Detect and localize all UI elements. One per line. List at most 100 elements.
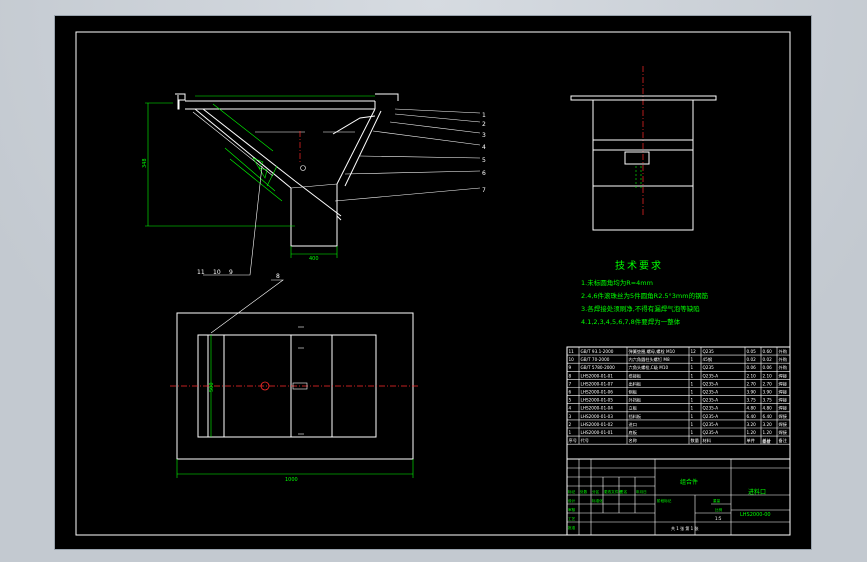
funnel-left-outer <box>194 108 292 189</box>
sheet-count: 共 1 张 第 1 张 <box>671 525 698 531</box>
title-block-label-6: 设计 <box>568 498 576 503</box>
drawing-number: LHS2000-00 <box>740 512 771 518</box>
title-block-label-1: 处数 <box>580 489 588 494</box>
bom-header-name: 名称 <box>629 437 637 444</box>
bom-row-8-no: 8 <box>569 373 572 378</box>
title-block-label-7: 审核 <box>568 507 576 512</box>
bom-row-6-qty: 1 <box>691 390 694 395</box>
bom-row-3-code: LHS2000-01-03 <box>581 414 614 419</box>
cad-drawing: 1234567 11 10 9 8 348 400 1000 500 11 GB… <box>75 31 791 536</box>
title-block-label-2: 分区 <box>592 489 600 494</box>
bom-row-3-note: 焊接 <box>779 413 788 420</box>
part-label-4: 4 <box>482 144 486 151</box>
bom-row-6-no: 6 <box>569 390 572 395</box>
bom-row-11-weight: 0.05 <box>747 349 757 354</box>
bom-row-11-material: Q235 <box>703 349 715 354</box>
bom-row-6-name: 侧板 <box>629 389 638 396</box>
plan-height-text: 500 <box>209 382 215 392</box>
bom-row-1-no: 1 <box>569 430 572 435</box>
assembly-callouts: 11 10 9 8 <box>197 269 284 334</box>
drawing-sheet: 1234567 11 10 9 8 348 400 1000 500 11 GB… <box>54 15 812 550</box>
bom-row-7-total: 2.70 <box>763 381 773 386</box>
bom-header-weight: 单件 <box>747 437 755 444</box>
bom-row-3-name: 挡料板 <box>629 413 642 420</box>
tech-req-title: 技术要求 <box>615 261 663 272</box>
bom-row-9-material: Q235 <box>703 365 715 370</box>
bom-row-4-total: 4.80 <box>763 406 773 411</box>
bom-row-9-name: 六角头螺栓,C级 M10 <box>629 364 669 371</box>
bom-row-4-name: 立板 <box>629 405 638 412</box>
left-flange <box>175 93 186 110</box>
bom-row-9-note: 外购 <box>779 364 787 371</box>
bom-row-5-no: 5 <box>569 398 572 403</box>
bom-row-10-code: GB/T 70-2000 <box>581 357 610 362</box>
bom-row-8-name: 搭接板 <box>629 372 642 379</box>
bom-header-material: 材料 <box>703 437 712 444</box>
bom-row-10-name: 内六角圆柱头螺钉 M8 <box>629 356 670 363</box>
bom-header-no: 序号 <box>569 437 577 444</box>
bom-row-5-code: LHS2000-01-05 <box>581 398 614 403</box>
bom-row-5-name: 外挡板 <box>629 397 642 404</box>
bom-row-2-weight: 3.20 <box>747 422 757 427</box>
title-block-label-4: 签名 <box>620 489 628 494</box>
bom-row-3-qty: 1 <box>691 414 694 419</box>
inner-border <box>75 31 791 536</box>
bom-row-10-note: 外购 <box>779 356 787 363</box>
bom-row-4-weight: 4.80 <box>747 406 757 411</box>
plan-view <box>170 312 420 478</box>
callout-11: 11 <box>197 269 205 276</box>
height-dim-text: 348 <box>142 158 148 168</box>
title-block-label-13: 比例 <box>715 507 723 512</box>
bom-row-2-code: LHS2000-01-02 <box>581 422 614 427</box>
bom-row-8-code: LHS2000-01-01 <box>581 373 614 378</box>
bom-row-7-no: 7 <box>569 381 572 386</box>
bom-row-5-weight: 3.75 <box>747 398 757 403</box>
title-block-label-12: 重量 <box>713 498 721 503</box>
bom-row-10-total: 0.02 <box>763 357 773 362</box>
tech-req-1: 1.未标圆角均为R=4mm <box>581 279 653 287</box>
title-block-label-0: 标记 <box>568 489 576 494</box>
side-bracket <box>624 151 650 165</box>
bom-row-2-note: 焊接 <box>779 421 788 428</box>
bom-row-2-name: 进口 <box>629 421 637 428</box>
part-leaders <box>334 108 481 202</box>
bom-row-7-name: 出料板 <box>629 380 642 387</box>
part-label-marks: 1 2 3 4 5 6 7 <box>482 112 486 194</box>
title-block-label-9: 批准 <box>568 525 576 530</box>
bom-row-1-name: 底板 <box>629 429 638 436</box>
bom-row-8-total: 2.10 <box>763 373 773 378</box>
bom-row-4-code: LHS2000-01-04 <box>581 406 614 411</box>
bom-row-10-material: 45钢 <box>703 356 713 363</box>
bom-row-7-weight: 2.70 <box>747 381 757 386</box>
bom-row-2-qty: 1 <box>691 422 694 427</box>
part-label-7: 7 <box>482 187 486 194</box>
bom-row-11-no: 11 <box>569 349 575 354</box>
bom-row-6-code: LHS2000-01-06 <box>581 390 614 395</box>
bom-row-1-total: 1.20 <box>763 430 773 435</box>
bom-row-9-qty: 1 <box>691 365 694 370</box>
title-block-label-11: 阶段标记 <box>657 498 672 503</box>
bom-row-11-code: GB/T 93.1-2000 <box>581 349 614 354</box>
bom-row-3-weight: 6.40 <box>747 414 757 419</box>
bom-row-8-weight: 2.10 <box>747 373 757 378</box>
bom-row-5-material: Q235-A <box>703 398 719 403</box>
bom-row-2-material: Q235-A <box>703 422 719 427</box>
bom-row-7-material: Q235-A <box>703 381 719 386</box>
bom-row-5-total: 3.75 <box>763 398 773 403</box>
bom-row-2-total: 3.20 <box>763 422 773 427</box>
part-label-5: 5 <box>482 157 486 164</box>
bom-row-6-material: Q235-A <box>703 390 719 395</box>
tech-req-4: 4.1,2,3,4,5,6,7,8件要焊为一整体 <box>581 318 681 326</box>
bom-row-11-name: 弹簧垫圈,螺母,螺栓 M10 <box>629 348 676 355</box>
bom-table: 11 GB/T 93.1-2000 弹簧垫圈,螺母,螺栓 M10 12 Q235 0.05… <box>566 346 791 536</box>
side-top-plate <box>570 95 717 101</box>
front-view: 1 2 3 4 5 6 7 <box>145 93 486 276</box>
callout-10: 10 <box>213 269 221 276</box>
bom-row-1-qty: 1 <box>691 430 694 435</box>
title-block-label-10: 标准化 <box>592 498 603 503</box>
bom-row-1-code: LHS2000-01-01 <box>581 430 614 435</box>
assembly-label: 组合件 <box>680 478 698 486</box>
bom-row-3-no: 3 <box>569 414 572 419</box>
bom-row-4-no: 4 <box>569 406 572 411</box>
part-label-3: 3 <box>482 132 486 139</box>
